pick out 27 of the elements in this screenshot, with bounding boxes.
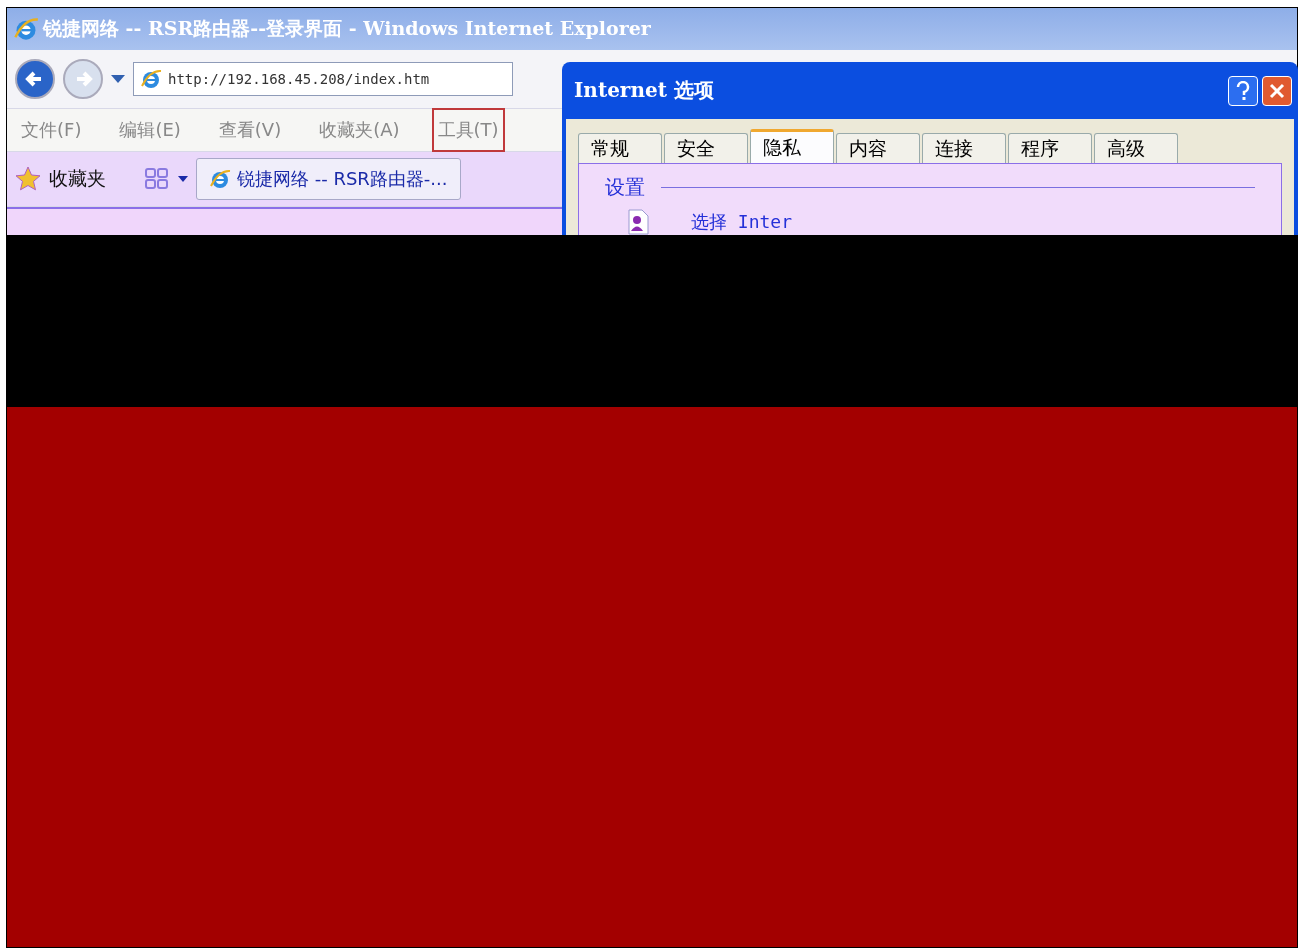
dialog-tab[interactable]: 隐私 <box>750 129 834 163</box>
grid-icon[interactable] <box>144 167 170 191</box>
dialog-tab[interactable]: 连接 <box>922 133 1006 163</box>
ie-logo-icon <box>13 16 39 42</box>
window-title: 锐捷网络 -- RSR路由器--登录界面 - Windows Internet Explorer <box>43 16 651 41</box>
back-button[interactable] <box>15 59 55 99</box>
dialog-title: Internet 选项 <box>574 77 714 104</box>
close-icon <box>1269 82 1285 99</box>
question-mark-icon <box>1235 80 1251 101</box>
dialog-tab[interactable]: 内容 <box>836 133 920 163</box>
ie-logo-icon <box>140 68 162 90</box>
dialog-tab[interactable]: 高级 <box>1094 133 1178 163</box>
option-label: 选择 Inter <box>691 210 793 234</box>
address-field[interactable]: http://192.168.45.208/index.htm <box>133 62 513 96</box>
dropdown-caret-icon[interactable] <box>111 75 125 83</box>
person-page-icon <box>625 209 651 235</box>
dialog-tab[interactable]: 常规 <box>578 133 662 163</box>
dialog-tab[interactable]: 安全 <box>664 133 748 163</box>
ie-logo-icon <box>209 168 231 190</box>
favorites-label[interactable]: 收藏夹 <box>49 166 106 192</box>
dropdown-caret-icon[interactable] <box>178 176 188 182</box>
close-button[interactable] <box>1262 75 1292 106</box>
star-icon[interactable] <box>15 166 41 192</box>
help-button[interactable] <box>1228 75 1258 106</box>
dialog-tab[interactable]: 程序 <box>1008 133 1092 163</box>
browser-tab[interactable]: 锐捷网络 -- RSR路由器-... <box>196 158 461 200</box>
section-heading: 设置 <box>605 174 645 201</box>
